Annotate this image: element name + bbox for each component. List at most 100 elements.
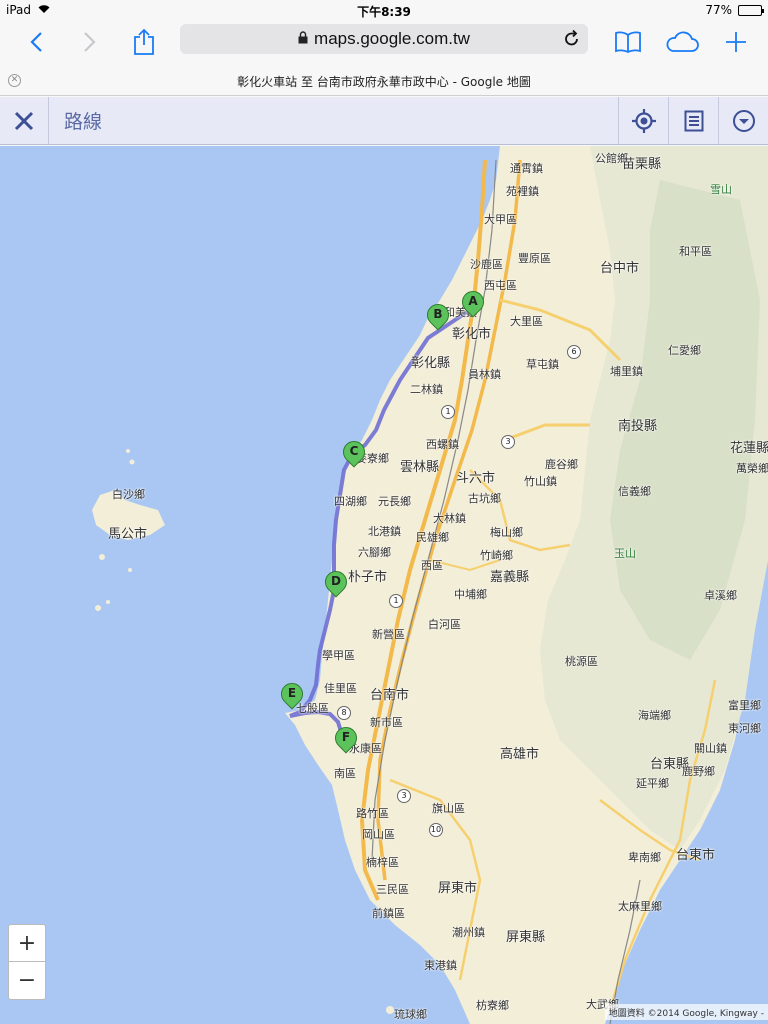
- place-label: 關山鎮: [694, 742, 727, 755]
- place-label: 竹山鎮: [524, 475, 557, 488]
- location-crosshair-icon: [631, 108, 656, 133]
- place-label: 高雄市: [500, 747, 540, 762]
- place-label: 台中市: [600, 261, 640, 276]
- place-label: 彰化縣: [411, 356, 451, 371]
- icloud-tabs-button[interactable]: [664, 24, 700, 60]
- place-label: 枋寮鄉: [476, 999, 509, 1012]
- place-label: 苑裡鎮: [506, 185, 539, 198]
- place-label: 琉球鄉: [394, 1008, 427, 1021]
- menu-dropdown-button[interactable]: [718, 97, 768, 144]
- place-label: 楠梓區: [366, 856, 399, 869]
- lock-icon: [298, 29, 308, 49]
- place-label: 埔里鎮: [610, 365, 643, 378]
- place-label: 員林鎮: [468, 368, 501, 381]
- bookmarks-button[interactable]: [610, 24, 646, 60]
- place-label: 大林鎮: [433, 512, 466, 525]
- directions-title: 路線: [64, 111, 103, 133]
- place-label: 大里區: [510, 315, 543, 328]
- battery-icon: [738, 4, 764, 16]
- place-label: 延平鄉: [636, 777, 669, 790]
- chevron-down-icon: [732, 109, 755, 132]
- route-marker-b[interactable]: B: [422, 299, 454, 338]
- place-label: 彰化市: [452, 327, 492, 342]
- place-label: 桃源區: [565, 655, 598, 668]
- route-marker-d[interactable]: D: [320, 566, 352, 605]
- place-label: 四湖鄉: [334, 495, 367, 508]
- highway-number-badge: 3: [501, 435, 515, 449]
- map-copyright: 地圖資料 ©2014 Google, Kingway -: [604, 1004, 768, 1020]
- highway-number-badge: 1: [441, 405, 455, 419]
- marker-letter: B: [433, 307, 443, 321]
- new-tab-button[interactable]: [718, 24, 754, 60]
- place-label: 中埔鄉: [454, 588, 487, 601]
- map-canvas[interactable]: 通霄鎮 公館鄉 苗栗縣 苑裡鎮 雪山 大甲區 和平區 沙鹿區 豐原區 台中市 西屯區 和美鎮 彰化市 大里…: [0, 146, 768, 1024]
- place-label: 三民區: [376, 883, 409, 896]
- place-label: 馬公市: [108, 527, 148, 542]
- place-label: 南區: [334, 767, 356, 780]
- place-label: 新營區: [372, 628, 405, 641]
- place-label: 鹿野鄉: [682, 765, 715, 778]
- place-label: 草屯鎮: [526, 358, 559, 371]
- zoom-out-button[interactable]: −: [8, 962, 46, 1000]
- route-marker-f[interactable]: F: [330, 722, 362, 761]
- tab-bar: ✕ 彰化火車站 至 台南市政府永華市政中心 - Google 地圖: [0, 66, 768, 96]
- place-label: 雲林縣: [400, 460, 440, 475]
- route-marker-c[interactable]: C: [338, 436, 370, 475]
- place-label: 嘉義縣: [490, 570, 530, 585]
- list-view-button[interactable]: [668, 97, 718, 144]
- forward-button[interactable]: [72, 24, 108, 60]
- marker-letter: E: [287, 686, 297, 700]
- place-label: 富里鄉: [728, 699, 761, 712]
- address-bar[interactable]: maps.google.com.tw: [180, 24, 588, 54]
- place-label: 苗栗縣: [622, 157, 662, 172]
- place-label: 卓溪鄉: [704, 589, 737, 602]
- highway-number-badge: 8: [337, 706, 351, 720]
- status-time: 下午8:39: [357, 5, 411, 19]
- marker-letter: A: [468, 294, 478, 308]
- place-label: 白沙鄉: [112, 488, 145, 501]
- share-button[interactable]: [126, 24, 162, 60]
- place-label: 東港鎮: [424, 959, 457, 972]
- url-text: maps.google.com.tw: [314, 29, 470, 48]
- battery-percent: 77%: [705, 3, 732, 17]
- place-label: 沙鹿區: [470, 258, 503, 271]
- highway-number-badge: 6: [567, 345, 581, 359]
- place-label: 古坑鄉: [468, 492, 501, 505]
- place-label: 六腳鄉: [358, 546, 391, 559]
- place-label: 旗山區: [432, 802, 465, 815]
- reload-icon[interactable]: [564, 29, 580, 52]
- close-directions-button[interactable]: [0, 97, 49, 144]
- place-label: 雪山: [710, 183, 732, 196]
- place-label: 豐原區: [518, 252, 551, 265]
- place-label: 鹿谷鄉: [545, 458, 578, 471]
- place-label: 海端鄉: [638, 709, 671, 722]
- place-label: 前鎮區: [372, 907, 405, 920]
- place-label: 民雄鄉: [416, 531, 449, 544]
- marker-letter: D: [331, 574, 341, 588]
- route-marker-a[interactable]: A: [457, 286, 489, 325]
- place-label: 太麻里鄉: [618, 900, 662, 913]
- place-label: 玉山: [614, 547, 636, 560]
- browser-toolbar: maps.google.com.tw: [0, 20, 768, 64]
- place-label: 通霄鎮: [510, 162, 543, 175]
- place-label: 花蓮縣: [730, 441, 768, 456]
- place-label: 大甲區: [484, 213, 517, 226]
- status-bar: iPad 下午8:39 77%: [0, 0, 768, 20]
- back-button[interactable]: [18, 24, 54, 60]
- my-location-button[interactable]: [618, 97, 668, 144]
- maps-header: 路線: [0, 97, 768, 145]
- place-label: 佳里區: [324, 682, 357, 695]
- marker-letter: C: [349, 444, 359, 458]
- place-label: 西區: [421, 559, 443, 572]
- highway-number-badge: 3: [397, 789, 411, 803]
- place-label: 竹崎鄉: [480, 549, 513, 562]
- place-label: 新市區: [370, 716, 403, 729]
- place-label: 路竹區: [356, 807, 389, 820]
- zoom-in-button[interactable]: +: [8, 924, 46, 962]
- place-label: 學甲區: [322, 649, 355, 662]
- route-marker-e[interactable]: E: [276, 678, 308, 717]
- highway-number-badge: 1: [389, 594, 403, 608]
- place-label: 和平區: [679, 245, 712, 258]
- list-icon: [684, 110, 703, 131]
- place-label: 屏東縣: [506, 930, 546, 945]
